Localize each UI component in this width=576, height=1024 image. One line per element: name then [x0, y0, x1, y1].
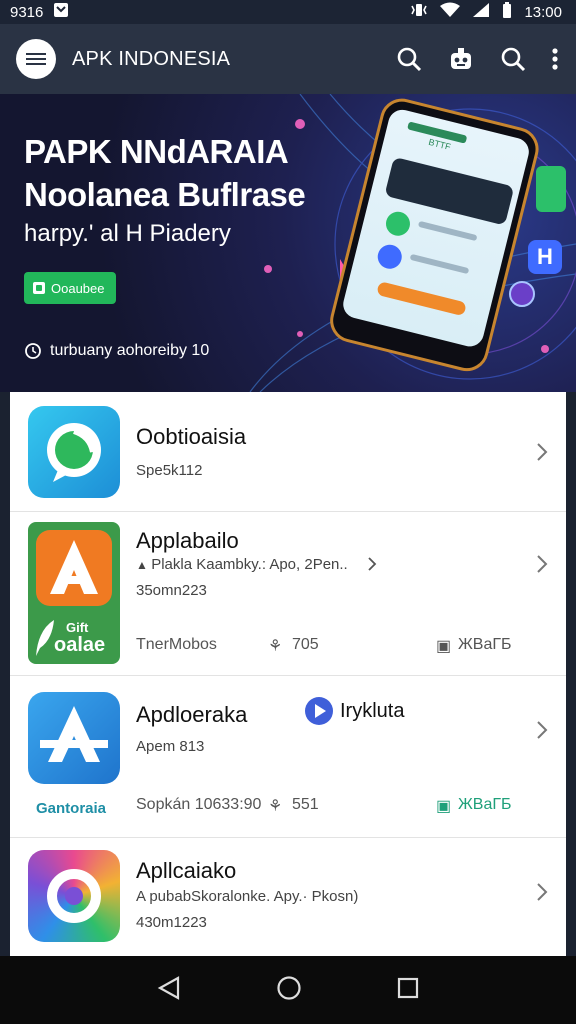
- search-button[interactable]: [396, 46, 422, 72]
- robot-button[interactable]: [448, 46, 474, 72]
- search-icon: [397, 47, 422, 72]
- recents-button[interactable]: [397, 977, 419, 1004]
- chevron-right-icon: [537, 555, 548, 573]
- chevron-right-icon: [537, 883, 548, 901]
- app-meta: 35omn223: [136, 582, 207, 599]
- app-meta: 430m1223: [136, 914, 207, 931]
- list-item[interactable]: Oobtioaisia Spe5k112: [10, 392, 566, 512]
- app-footer-right: ЖBaГБ: [458, 636, 512, 653]
- chevron-right-small-icon: [368, 557, 377, 571]
- app-list: Oobtioaisia Spe5k112 Gift oalae Applabai…: [10, 392, 566, 956]
- chevron-right-icon: [537, 721, 548, 739]
- chevron-right-icon: [537, 443, 548, 461]
- hero-meta: turbuany aohoreiby 10: [24, 342, 209, 360]
- search-button-secondary[interactable]: [500, 46, 526, 72]
- app-subtitle: ▲ Plakla Kaambky.: Apo, 2Pen..: [136, 556, 348, 573]
- battery-icon: [502, 2, 512, 22]
- hero-banner[interactable]: H BTTF PAPK NNdARAIA Noolanea Buflrase h…: [0, 94, 576, 392]
- icon-label-line1: Gift: [66, 620, 89, 635]
- app-footer-mid: 705: [292, 636, 319, 653]
- app-bar: APK INDONESIA: [0, 24, 576, 94]
- app-icon-colorful: [28, 850, 120, 942]
- home-button[interactable]: [276, 975, 302, 1006]
- hero-title: PAPK NNdARAIA Noolanea Buflrase: [24, 130, 306, 216]
- app-icon-a-blue: [28, 692, 120, 784]
- downloads-icon: ⚘: [268, 638, 283, 655]
- app-subtitle: Spe5k112: [136, 462, 203, 479]
- signal-icon: [472, 2, 490, 22]
- status-bar: 9316 13:00: [0, 0, 576, 24]
- app-icon-chat: [28, 406, 120, 498]
- wifi-icon: [440, 2, 461, 22]
- app-name: Apllcaiako: [136, 858, 237, 883]
- search-icon: [501, 47, 526, 72]
- vibrate-icon: [410, 2, 428, 22]
- back-button[interactable]: [157, 975, 181, 1006]
- app-footer-left: TnerMobos: [136, 636, 217, 653]
- hamburger-icon: [26, 53, 46, 65]
- app-icon-a-orange: Gift oalae: [28, 522, 120, 664]
- hero-subtitle: harpy.' al H Piadery: [24, 220, 231, 247]
- hero-title-line1: PAPK NNdARAIA: [24, 133, 289, 170]
- hero-meta-text: turbuany aohoreiby 10: [50, 342, 210, 359]
- app-name: Apdloeraka: [136, 702, 248, 727]
- hero-download-button[interactable]: Ooaubee: [24, 272, 116, 304]
- app-name: Applabailo: [136, 528, 239, 553]
- app-subtitle: A pubabSkoralonke. Apy.· Pkosn): [136, 888, 359, 905]
- recents-square-icon: [397, 977, 418, 998]
- app-footer-right: ЖBaГБ: [458, 796, 512, 813]
- app-subtitle: Apem 813: [136, 738, 205, 755]
- icon-label-line2: oalae: [54, 634, 106, 656]
- play-icon: [305, 697, 333, 725]
- hero-title-line2: Noolanea Buflrase: [24, 176, 306, 213]
- app-name: Oobtioaisia: [136, 424, 247, 449]
- more-vert-icon: [552, 48, 558, 70]
- notification-icon: [53, 2, 69, 22]
- downloads-icon: ⚘: [268, 798, 283, 815]
- app-badge-label: Irykluta: [340, 699, 405, 722]
- info-icon: ▣: [436, 638, 452, 655]
- menu-button[interactable]: [16, 39, 56, 79]
- list-item[interactable]: Apllcaiako A pubabSkoralonke. Apy.· Pkos…: [10, 838, 566, 956]
- app-below-icon-label: Gantoraia: [36, 800, 107, 817]
- leaf-icon: [36, 620, 54, 656]
- status-time: 9316: [10, 3, 44, 21]
- download-icon: [33, 282, 45, 294]
- status-clock: 13:00: [524, 3, 562, 21]
- list-item[interactable]: Gift oalae Applabailo ▲ Plakla Kaambky.:…: [10, 512, 566, 676]
- robot-icon: [451, 48, 471, 69]
- home-circle-icon: [277, 975, 301, 1000]
- back-triangle-icon: [158, 975, 180, 1000]
- app-title: APK INDONESIA: [72, 47, 231, 70]
- list-item[interactable]: Gantoraia Apdloeraka Irykluta Apem 813 S…: [10, 676, 566, 838]
- hero-button-label: Ooaubee: [51, 280, 105, 296]
- app-footer-mid: 551: [292, 796, 319, 813]
- clock-icon: [25, 343, 41, 359]
- app-badge: Irykluta: [304, 696, 404, 726]
- app-footer-left: Sopkán 10633:90: [136, 796, 262, 813]
- overflow-menu-button[interactable]: [552, 47, 558, 71]
- svg-text:H: H: [537, 244, 553, 269]
- info-icon: ▣: [436, 798, 452, 815]
- warning-icon: ▲: [136, 558, 152, 572]
- system-nav-bar: [0, 956, 576, 1024]
